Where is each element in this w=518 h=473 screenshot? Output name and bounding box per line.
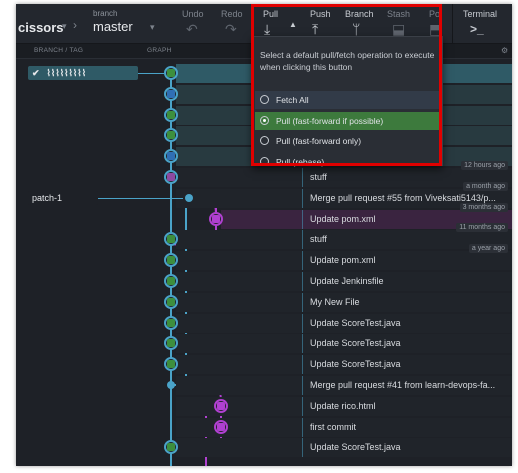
commit-avatar[interactable]	[164, 274, 178, 288]
chevron-right-icon: ›	[73, 18, 77, 32]
commit-time-badge: 12 hours ago	[461, 161, 508, 170]
row-separator	[302, 396, 303, 416]
repo-name[interactable]: cissors	[18, 20, 64, 35]
commit-message: My New File	[310, 296, 360, 307]
row-separator	[302, 313, 303, 333]
avatar-identicon	[167, 235, 175, 244]
commit-message: stuff	[310, 234, 327, 245]
avatar-identicon	[167, 443, 175, 452]
avatar-identicon	[167, 69, 175, 77]
commit-message: Update ScoreTest.java	[310, 359, 401, 370]
terminal-icon: >_	[470, 22, 484, 36]
avatar-identicon	[167, 360, 175, 369]
commit-message: Update pom.xml	[310, 213, 376, 224]
branch-tag-column-header[interactable]: BRANCH / TAG	[34, 47, 83, 54]
branch-tag-connector	[98, 197, 183, 199]
commit-message: Merge pull request #41 from learn-devops…	[310, 380, 496, 390]
annotation-highlight-box	[251, 4, 442, 166]
avatar-identicon	[217, 422, 225, 431]
avatar-identicon	[167, 256, 175, 265]
avatar-identicon	[167, 110, 175, 119]
commit-avatar[interactable]	[164, 107, 178, 122]
row-separator	[302, 292, 303, 312]
branch-dropdown-icon[interactable]: ▾	[150, 22, 155, 33]
row-separator	[302, 168, 303, 187]
branch-label: branch	[93, 9, 118, 18]
row-separator	[302, 334, 303, 354]
commit-time-badge: a month ago	[463, 181, 508, 191]
commit-message: Update ScoreTest.java	[310, 338, 401, 349]
row-separator	[302, 417, 303, 437]
avatar-identicon	[167, 339, 175, 348]
avatar-identicon	[212, 214, 220, 223]
commit-message: Update ScoreTest.java	[310, 442, 401, 453]
commit-avatar[interactable]	[214, 419, 228, 434]
undo-icon: ↶	[186, 21, 198, 37]
commit-time-badge: 3 months ago	[459, 202, 508, 212]
toolbar-divider	[452, 4, 453, 43]
avatar-identicon	[167, 89, 175, 98]
row-separator	[302, 376, 303, 395]
row-separator	[302, 438, 303, 458]
branch-tag-master[interactable]: ✔ ⌇⌇⌇⌇⌇⌇⌇⌇⌇	[28, 66, 138, 80]
commit-time-badge: 11 months ago	[456, 223, 508, 233]
row-separator	[302, 188, 303, 208]
commit-avatar[interactable]	[167, 381, 175, 389]
redo-icon: ↷	[225, 21, 237, 37]
row-separator	[302, 251, 303, 271]
undo-label: Undo	[182, 9, 204, 19]
commit-avatar[interactable]	[164, 170, 178, 184]
commit-message: Update ScoreTest.java	[310, 317, 401, 328]
avatar-identicon	[167, 152, 175, 161]
commit-avatar[interactable]	[164, 315, 178, 330]
commit-avatar[interactable]	[209, 211, 223, 226]
commit-avatar[interactable]	[164, 294, 178, 309]
repo-dropdown-icon[interactable]: ▾	[62, 21, 67, 32]
branch-tag-connector	[138, 73, 164, 74]
branch-tag-patch-1[interactable]: patch-1	[28, 190, 98, 205]
terminal-label: Terminal	[463, 9, 498, 19]
avatar-identicon	[167, 131, 175, 140]
row-separator	[302, 355, 303, 375]
graph-column-header[interactable]: GRAPH	[147, 47, 172, 54]
row-separator	[302, 272, 303, 291]
commit-message: first commit	[310, 421, 356, 432]
row-separator	[302, 230, 303, 250]
commit-message: Update rico.html	[310, 400, 376, 411]
avatar-identicon	[167, 277, 175, 285]
branch-selector[interactable]: master	[93, 19, 133, 34]
commit-avatar[interactable]	[164, 66, 178, 80]
commit-message: Merge pull request #55 from Viveksati514…	[310, 192, 496, 203]
avatar-identicon	[217, 401, 225, 410]
settings-gear-icon[interactable]: ⚙	[501, 46, 508, 55]
commit-message: Update pom.xml	[310, 255, 376, 266]
avatar-identicon	[167, 173, 175, 181]
avatar-identicon	[167, 318, 175, 327]
commit-avatar[interactable]	[185, 193, 193, 202]
avatar-identicon	[167, 297, 175, 306]
redo-label: Redo	[221, 9, 243, 19]
commit-message: stuff	[310, 172, 327, 182]
commit-message: Update Jenkinsfile	[310, 276, 384, 286]
row-separator	[302, 209, 303, 229]
commit-avatar[interactable]	[164, 86, 178, 101]
commit-time-badge: a year ago	[468, 244, 508, 254]
commit-avatar[interactable]	[214, 398, 228, 413]
